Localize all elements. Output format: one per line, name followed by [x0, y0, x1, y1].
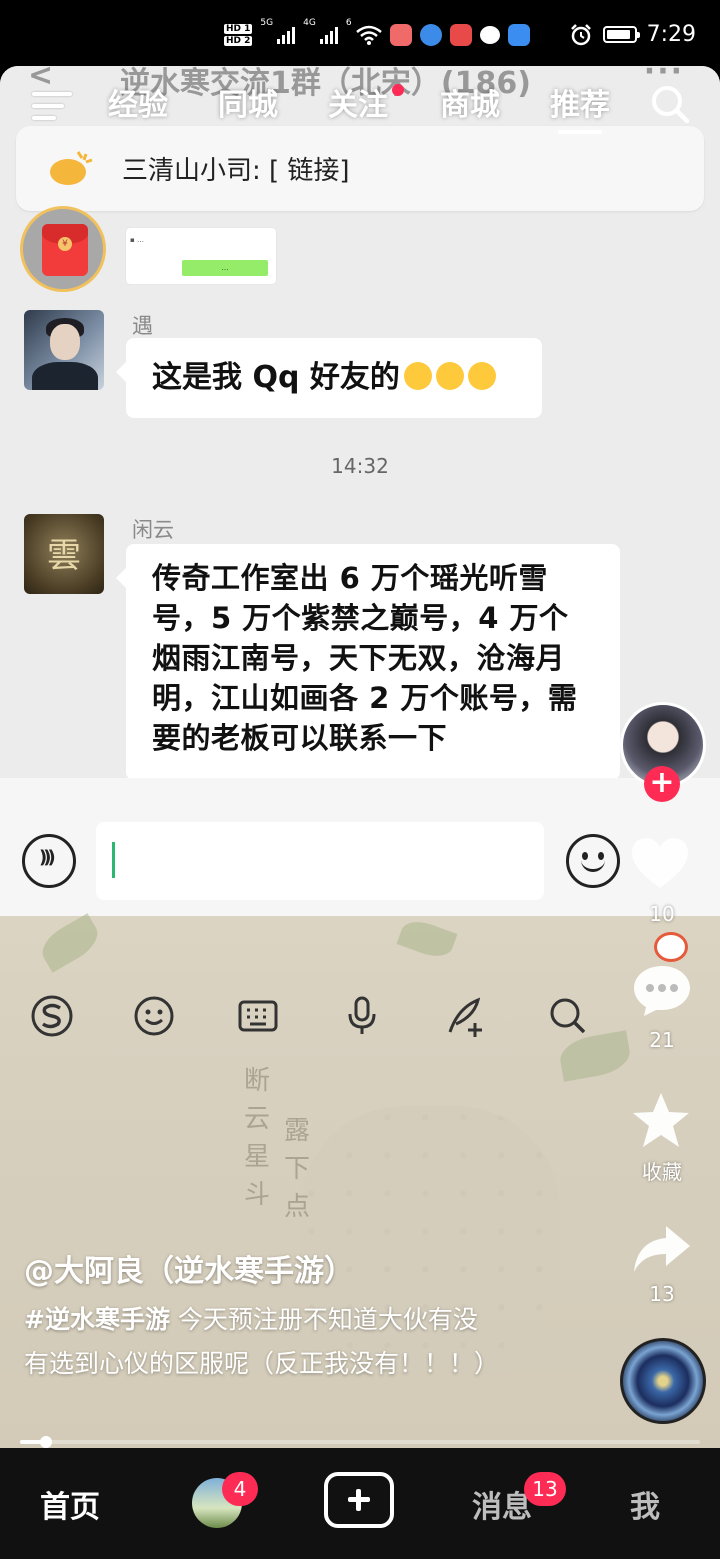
comment-bubble-icon[interactable]	[632, 964, 692, 1018]
network-5g-label: 5G	[260, 18, 274, 28]
comment-count: 21	[649, 1028, 675, 1052]
battery-icon	[602, 26, 640, 43]
emoji-button-icon	[566, 834, 620, 888]
messages-badge: 13	[524, 1472, 566, 1506]
leaf-decoration	[396, 915, 458, 963]
status-right: 7:29	[569, 22, 696, 47]
painting-text: 断云星斗	[244, 1066, 271, 1210]
clock: 7:29	[646, 22, 696, 47]
text-caret	[112, 842, 115, 878]
menu-icon[interactable]	[32, 92, 72, 122]
tab-mall[interactable]: 商城	[440, 80, 500, 124]
browser-notification-icon	[419, 24, 442, 46]
sender-name: 闲云	[132, 518, 174, 542]
favorite-star-icon[interactable]	[630, 1090, 692, 1152]
tab-following[interactable]: 关注	[328, 80, 388, 124]
handwriting-icon	[430, 980, 502, 1052]
chat-input-field	[96, 822, 544, 900]
hashtag-link[interactable]: #逆水寒手游	[24, 1305, 170, 1334]
painting-text: 露下点	[284, 1116, 311, 1222]
share-arrow-icon[interactable]	[632, 1222, 692, 1274]
hd1-indicator: HD 1	[224, 24, 253, 34]
progress-knob[interactable]	[39, 1436, 52, 1448]
chat-image-thumbnail: ▪ … …	[126, 228, 276, 284]
video-description: #逆水寒手游 今天预注册不知道大伙有没有选到心仪的区服呢（反正我没有！！！）	[24, 1298, 499, 1386]
network-4g-label: 4G	[303, 18, 316, 28]
tab-nearby[interactable]: 同城	[218, 80, 278, 124]
alarm-icon	[570, 23, 591, 45]
video-progress-bar[interactable]	[20, 1436, 700, 1448]
small-badge-icon	[654, 932, 688, 962]
nav-messages[interactable]: 消息	[472, 1482, 532, 1526]
top-nav: 经验 同城 关注 商城 推荐	[0, 80, 720, 140]
keyboard-icon	[222, 980, 294, 1052]
like-heart-icon[interactable]	[630, 836, 690, 892]
smiley-icon	[118, 980, 190, 1052]
message-text: 这是我 Qq 好友的	[152, 360, 400, 395]
following-dot-badge	[392, 84, 404, 96]
sogou-logo-icon	[16, 980, 88, 1052]
sender-name: 遇	[132, 314, 153, 338]
chat-timestamp: 14:32	[331, 454, 389, 478]
signal-icon-2	[319, 26, 338, 44]
music-disc-icon[interactable]	[620, 1338, 706, 1424]
message-bubble: 这是我 Qq 好友的	[116, 338, 542, 418]
cloud-notification-icon	[507, 24, 530, 46]
like-count: 10	[649, 902, 675, 926]
friends-badge: 4	[222, 1472, 258, 1506]
voice-input-icon	[22, 834, 76, 888]
nav-home[interactable]: 首页	[40, 1482, 100, 1526]
emoji-icon	[435, 361, 464, 390]
message-text: 传奇工作室出 6 万个瑶光听雪号，5 万个紫禁之巅号，4 万个烟雨江南号，天下无…	[152, 561, 578, 755]
hd-indicators: HD 1 HD 2	[224, 24, 253, 46]
status-bar: HD 1 HD 2 5G 4G 6 7:29	[0, 0, 720, 66]
signal-icon	[277, 26, 296, 44]
search-icon[interactable]	[650, 84, 690, 124]
follow-button[interactable]: +	[644, 766, 680, 802]
pinned-notice-text: 三清山小司: [ 链接]	[122, 156, 350, 186]
tab-recommended[interactable]: 推荐	[550, 80, 610, 134]
create-post-button[interactable]	[324, 1472, 394, 1528]
wifi-label: 6	[345, 18, 352, 28]
wifi-icon	[355, 25, 382, 45]
megaphone-icon	[50, 151, 93, 185]
tab-experience[interactable]: 经验	[108, 80, 168, 124]
red-packet-icon[interactable]: ¥	[20, 206, 106, 292]
search-icon	[532, 980, 604, 1052]
book-notification-icon	[449, 24, 472, 46]
emoji-icon	[467, 361, 496, 390]
video-author[interactable]: @大阿良（逆水寒手游）	[24, 1246, 354, 1290]
nav-me[interactable]: 我	[630, 1482, 660, 1526]
chat-screenshot: < 逆水寒交流1群（北宋）(186) ··· 三清山小司: [ 链接] ¥ ▪ …	[0, 66, 720, 786]
avatar-xianyun: 雲	[24, 514, 104, 594]
share-count: 13	[649, 1282, 675, 1306]
hd2-indicator: HD 2	[224, 36, 253, 46]
emoji-icon	[403, 361, 432, 390]
video-player[interactable]: < 逆水寒交流1群（北宋）(186) ··· 三清山小司: [ 链接] ¥ ▪ …	[0, 66, 720, 1448]
status-left: HD 1 HD 2 5G 4G 6	[224, 18, 530, 52]
avatar-yu	[24, 310, 104, 390]
leaf-decoration	[35, 913, 105, 973]
chat-notification-icon	[479, 26, 500, 44]
message-bubble: 传奇工作室出 6 万个瑶光听雪号，5 万个紫禁之巅号，4 万个烟雨江南号，天下无…	[116, 544, 620, 780]
bottom-nav: 首页 4 消息 13 我	[0, 1448, 720, 1559]
app-notification-icon	[389, 24, 412, 46]
microphone-icon	[326, 980, 398, 1052]
favorite-label: 收藏	[642, 1160, 682, 1184]
